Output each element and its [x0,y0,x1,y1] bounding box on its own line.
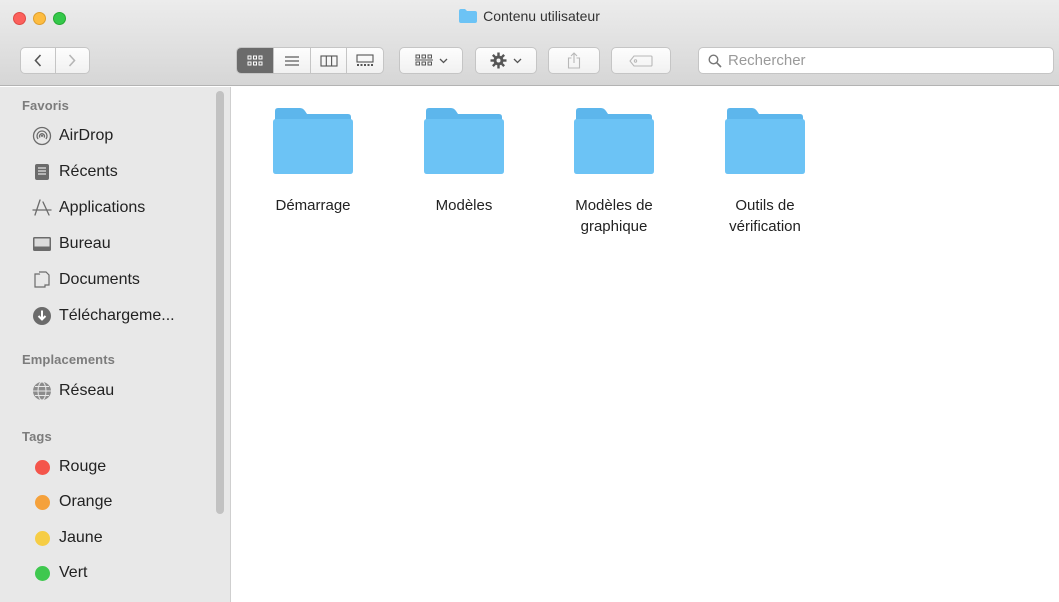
share-icon [567,52,581,69]
sidebar-item-documents[interactable]: Documents [32,268,140,292]
network-icon [32,381,52,401]
sidebar-item-label: Bureau [59,235,111,252]
downloads-icon [32,306,52,326]
sidebar-scrollbar[interactable] [216,91,224,514]
chevron-right-icon [69,54,77,67]
icon-view-icon [247,55,263,65]
back-button[interactable] [21,48,55,73]
forward-button[interactable] [54,48,89,73]
chevron-down-icon [513,58,522,63]
tag-color-dot [32,492,52,512]
folder-label: Démarrage [275,197,351,214]
gear-icon [490,52,507,69]
folder-icon [573,107,655,175]
sidebar-item-recents[interactable]: Récents [32,160,118,184]
tag-icon [629,54,653,67]
folder-item[interactable]: Modèles de graphique [554,107,674,237]
folder-icon [272,107,354,175]
sidebar-item-label: Applications [59,199,146,216]
navigation-group [20,47,90,74]
chevron-down-icon [439,58,447,63]
list-view-button[interactable] [273,48,310,73]
sidebar-heading-locations: Emplacements [22,352,115,367]
sidebar-item-label: Vert [59,564,88,581]
folder-item[interactable]: Démarrage [253,107,373,216]
finder-window: Contenu utilisateur Rechercher Favoris A… [0,0,1059,602]
sidebar-item-downloads[interactable]: Téléchargeme... [32,304,175,328]
folder-item[interactable]: Modèles [404,107,524,216]
sidebar-heading-tags: Tags [22,429,52,444]
sidebar-item-applications[interactable]: Applications [32,196,145,220]
folder-label: Modèles [435,197,493,214]
folder-icon [724,107,806,175]
file-icon-grid: Démarrage Modèles Modèles de graphique O… [232,87,1059,602]
list-view-icon [285,55,300,66]
folder-icon [423,107,505,175]
tag-color-dot [32,528,52,548]
sidebar-item-tag-red[interactable]: Rouge [32,455,106,479]
sidebar-item-tag-green[interactable]: Vert [32,561,87,585]
applications-icon [32,198,52,218]
sidebar-heading-favorites: Favoris [22,98,69,113]
folder-label: Outils de vérification [729,197,801,235]
sidebar-item-tag-yellow[interactable]: Jaune [32,526,103,550]
sidebar: Favoris AirDrop Récents Applications Bur… [0,87,231,602]
tag-button[interactable] [611,47,671,74]
recents-icon [32,162,52,182]
tag-color-dot [32,457,52,477]
column-view-icon [320,54,338,67]
folder-label: Modèles de graphique [575,197,653,235]
sidebar-item-label: AirDrop [59,127,114,144]
search-icon [708,53,722,68]
title-toolbar: Contenu utilisateur Rechercher [0,0,1059,86]
sidebar-item-label: Récents [59,163,118,180]
tag-color-dot [32,563,52,583]
desktop-icon [32,234,52,254]
window-title: Contenu utilisateur [483,8,600,24]
sidebar-item-label: Jaune [59,529,103,546]
sidebar-item-network[interactable]: Réseau [32,379,114,403]
sidebar-item-label: Téléchargeme... [59,307,175,324]
folder-icon [459,9,478,23]
sidebar-item-airdrop[interactable]: AirDrop [32,124,113,148]
icon-view-button[interactable] [237,48,274,73]
chevron-left-icon [34,54,42,67]
gallery-view-icon [356,54,374,66]
gallery-view-button[interactable] [346,48,383,73]
share-button[interactable] [548,47,600,74]
sidebar-item-label: Rouge [59,458,107,475]
search-placeholder: Rechercher [728,52,806,69]
sidebar-item-label: Documents [59,271,140,288]
sidebar-item-tag-orange[interactable]: Orange [32,490,112,514]
group-by-button[interactable] [399,47,463,74]
sidebar-item-label: Réseau [59,382,115,399]
folder-item[interactable]: Outils de vérification [705,107,825,237]
sidebar-item-label: Orange [59,493,113,510]
search-field[interactable]: Rechercher [698,47,1054,74]
airdrop-icon [32,126,52,146]
group-grid-icon [414,54,433,66]
column-view-button[interactable] [309,48,347,73]
documents-icon [32,270,52,290]
action-menu-button[interactable] [475,47,537,74]
sidebar-item-desktop[interactable]: Bureau [32,232,111,256]
view-switcher [236,47,384,74]
